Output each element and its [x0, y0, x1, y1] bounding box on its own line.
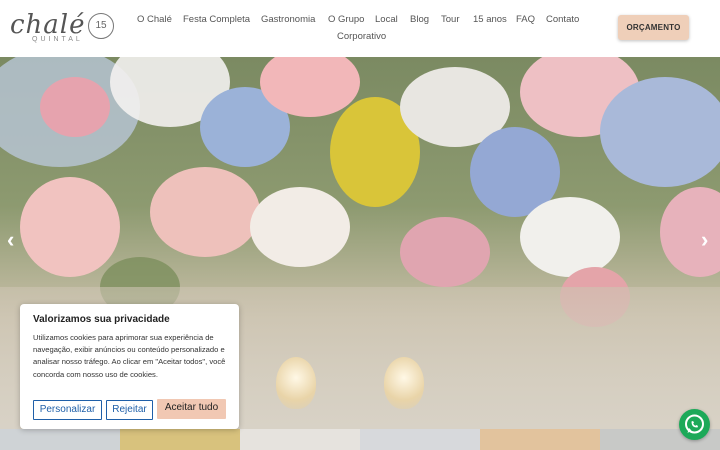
slider-next-icon[interactable]: ›: [701, 229, 708, 251]
thumbnail[interactable]: [120, 429, 240, 450]
thumbnail-strip: [0, 429, 720, 450]
quote-button[interactable]: ORÇAMENTO: [618, 15, 689, 40]
nav-blog[interactable]: Blog: [410, 14, 429, 25]
nav-contato[interactable]: Contato: [546, 14, 579, 25]
slider-prev-icon[interactable]: ‹: [7, 229, 14, 251]
thumbnail[interactable]: [240, 429, 360, 450]
customize-cookies-button[interactable]: Personalizar: [33, 400, 102, 420]
cookie-text: Utilizamos cookies para aprimorar sua ex…: [33, 333, 226, 379]
whatsapp-icon: [685, 414, 704, 434]
nav-o-chale[interactable]: O Chalé: [137, 14, 172, 25]
nav-local[interactable]: Local: [375, 14, 398, 25]
cookie-consent-banner: Valorizamos sua privacidade Utilizamos c…: [20, 304, 239, 429]
reject-cookies-button[interactable]: Rejeitar: [106, 400, 153, 420]
nav-faq[interactable]: FAQ: [516, 14, 535, 25]
anniversary-badge: 15: [88, 13, 114, 39]
logo[interactable]: chalé QUINTAL 15: [10, 10, 114, 48]
site-header: chalé QUINTAL 15 O Chalé Festa Completa …: [0, 0, 720, 57]
nav-15-anos[interactable]: 15 anos: [473, 14, 507, 25]
nav-tour[interactable]: Tour: [441, 14, 459, 25]
nav-festa-completa[interactable]: Festa Completa: [183, 14, 250, 25]
whatsapp-button[interactable]: [679, 409, 710, 440]
nav-corporativo[interactable]: Corporativo: [337, 31, 386, 42]
logo-subtitle: QUINTAL: [32, 36, 83, 43]
cookie-title: Valorizamos sua privacidade: [33, 314, 170, 325]
thumbnail[interactable]: [480, 429, 600, 450]
nav-gastronomia[interactable]: Gastronomia: [261, 14, 315, 25]
thumbnail[interactable]: [360, 429, 480, 450]
logo-wordmark: chalé: [10, 10, 86, 40]
thumbnail[interactable]: [0, 429, 120, 450]
nav-o-grupo[interactable]: O Grupo: [328, 14, 364, 25]
accept-all-cookies-button[interactable]: Aceitar tudo: [157, 399, 226, 419]
